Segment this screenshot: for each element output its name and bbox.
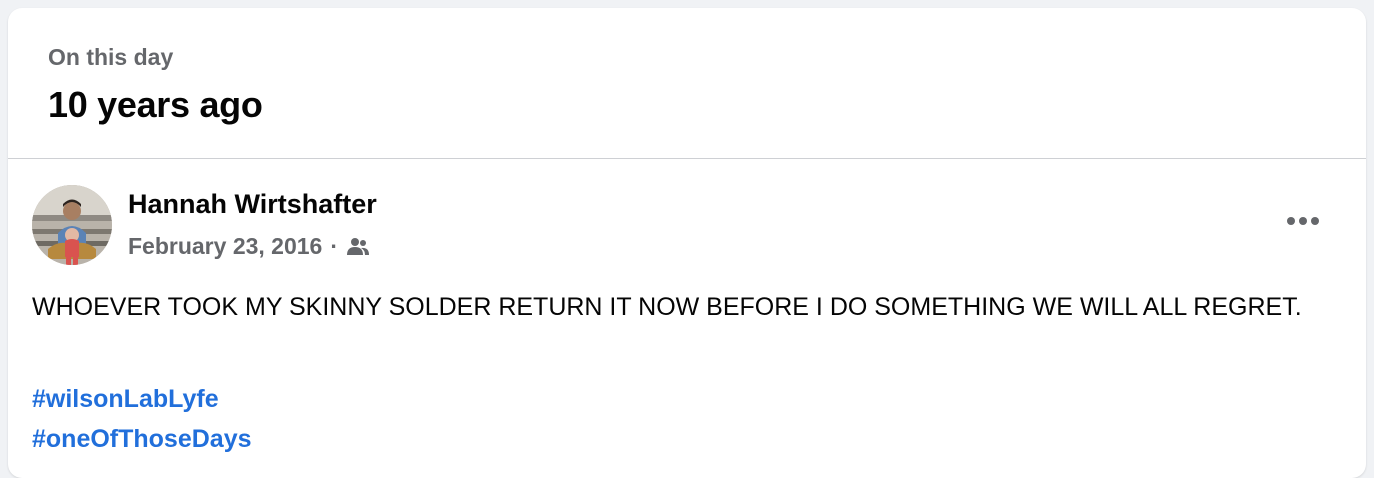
post-meta: February 23, 2016 ·	[128, 233, 370, 260]
meta-separator: ·	[330, 233, 339, 259]
hashtag-list: #wilsonLabLyfe #oneOfThoseDays	[32, 379, 252, 459]
memory-subtitle: On this day	[48, 44, 174, 70]
hashtag-link[interactable]: #wilsonLabLyfe	[32, 379, 252, 419]
hashtag-link[interactable]: #oneOfThoseDays	[32, 419, 252, 459]
more-options-icon	[1287, 217, 1319, 225]
avatar-photo	[32, 185, 112, 265]
more-options-button[interactable]	[1278, 201, 1328, 241]
post-date[interactable]: February 23, 2016	[128, 233, 322, 260]
author-name[interactable]: Hannah Wirtshafter	[128, 189, 377, 220]
post-text: WHOEVER TOOK MY SKINNY SOLDER RETURN IT …	[32, 293, 1302, 321]
memory-title: 10 years ago	[48, 84, 263, 125]
avatar[interactable]	[32, 185, 112, 265]
friends-icon[interactable]	[346, 237, 370, 257]
memory-card: On this day 10 years ago Hannah Wirtshaf…	[8, 8, 1366, 478]
memory-header: On this day 10 years ago	[8, 8, 1366, 159]
